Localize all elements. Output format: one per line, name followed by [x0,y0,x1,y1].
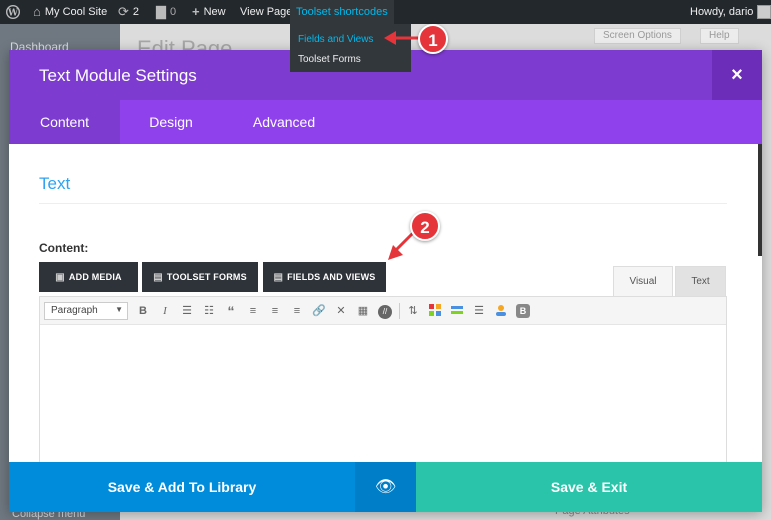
numbered-list-icon[interactable]: ☷ [201,303,217,319]
add-media-button[interactable]: ▣ ADD MEDIA [39,262,138,292]
list-box-icon[interactable]: ☰ [471,303,487,319]
site-name-link[interactable]: ⌂ My Cool Site [33,0,107,24]
bootstrap-icon[interactable]: B [515,303,531,319]
tab-design[interactable]: Design [120,100,222,144]
modal-title: Text Module Settings [39,66,197,85]
close-button[interactable]: × [712,50,762,100]
home-icon: ⌂ [33,4,41,19]
editor-toolbar: Paragraph ▼ B I ☰ ☷ “ ≡ ≡ ≡ 🔗 ✕ ▦ // ⇅ ☰… [40,297,726,325]
blockquote-icon[interactable]: “ [223,303,239,319]
content-label: Content: [39,241,89,255]
format-select-value: Paragraph [51,305,98,316]
annotation-marker-2: 2 [410,211,440,241]
annotation-marker-1: 1 [418,24,448,54]
italic-icon[interactable]: I [157,303,173,319]
svg-text:W: W [7,9,19,19]
greeting-label: Howdy, dario [690,6,754,18]
modal-tabs: Content Design Advanced [9,100,762,144]
text-module-settings-modal: Text Module Settings × Content Design Ad… [9,50,762,512]
sort-icon[interactable]: ⇅ [405,303,421,319]
editor-tab-text[interactable]: Text [675,266,726,296]
modal-scrollbar[interactable] [758,144,762,256]
plus-icon: + [192,4,200,19]
view-page-link[interactable]: View Page [240,0,292,24]
align-left-icon[interactable]: ≡ [245,303,261,319]
toolset-forms-button[interactable]: ▤ TOOLSET FORMS [142,262,258,292]
menu-item-toolset-forms[interactable]: Toolset Forms [298,54,361,65]
avatar [757,5,771,19]
eye-icon: 👁 [374,477,397,496]
tab-advanced[interactable]: Advanced [222,100,346,144]
section-divider [39,203,727,204]
tab-content[interactable]: Content [9,100,120,144]
new-label: New [203,6,226,18]
section-title[interactable]: Text [39,174,70,194]
fullscreen-icon[interactable]: ✕ [333,303,349,319]
user-access-icon[interactable] [493,303,509,319]
bold-icon[interactable]: B [135,303,151,319]
toolset-forms-label: TOOLSET FORMS [166,272,247,282]
wordpress-shortcode-icon[interactable]: // [377,303,393,319]
save-add-to-library-button[interactable]: Save & Add To Library [9,462,355,512]
editor-tab-visual[interactable]: Visual [613,266,673,296]
comment-icon: ▇ [156,4,166,19]
add-media-label: ADD MEDIA [68,272,122,282]
toolbar-toggle-icon[interactable]: ▦ [355,303,371,319]
align-center-icon[interactable]: ≡ [267,303,283,319]
paragraph-format-select[interactable]: Paragraph ▼ [44,302,128,320]
fields-and-views-button[interactable]: ▤ FIELDS AND VIEWS [263,262,386,292]
grid-colored-icon[interactable] [427,303,443,319]
forms-icon: ▤ [153,271,163,283]
modal-footer: Save & Add To Library 👁 Save & Exit [9,462,762,512]
refresh-icon: ⟳ [118,4,129,19]
help-button[interactable]: Help [700,28,739,44]
toolbar-divider [399,303,400,319]
media-icon: ▣ [55,271,65,283]
chevron-down-icon: ▼ [115,305,123,314]
align-right-icon[interactable]: ≡ [289,303,305,319]
wordpress-logo-icon[interactable]: W [6,0,20,24]
new-content-link[interactable]: + New [192,0,226,24]
link-icon[interactable]: 🔗 [311,303,327,319]
bullet-list-icon[interactable]: ☰ [179,303,195,319]
layout-colored-icon[interactable] [449,303,465,319]
admin-bar: W ⌂ My Cool Site ⟳ 2 ▇ 0 + New View Page… [0,0,771,24]
comments-count: 0 [170,6,177,18]
screen-options-button[interactable]: Screen Options [594,28,681,44]
menu-item-fields-and-views[interactable]: Fields and Views [298,34,373,45]
fields-icon: ▤ [273,271,284,283]
fields-and-views-label: FIELDS AND VIEWS [287,272,376,282]
account-menu[interactable]: Howdy, dario [690,0,771,24]
save-exit-button[interactable]: Save & Exit [416,462,762,512]
updates-link[interactable]: ⟳ 2 [118,0,139,24]
updates-count: 2 [132,6,140,18]
comments-link[interactable]: ▇ 0 [156,0,176,24]
site-name-label: My Cool Site [44,6,108,18]
preview-button[interactable]: 👁 [355,462,416,512]
toolset-shortcodes-menu[interactable]: Toolset shortcodes [290,0,394,24]
